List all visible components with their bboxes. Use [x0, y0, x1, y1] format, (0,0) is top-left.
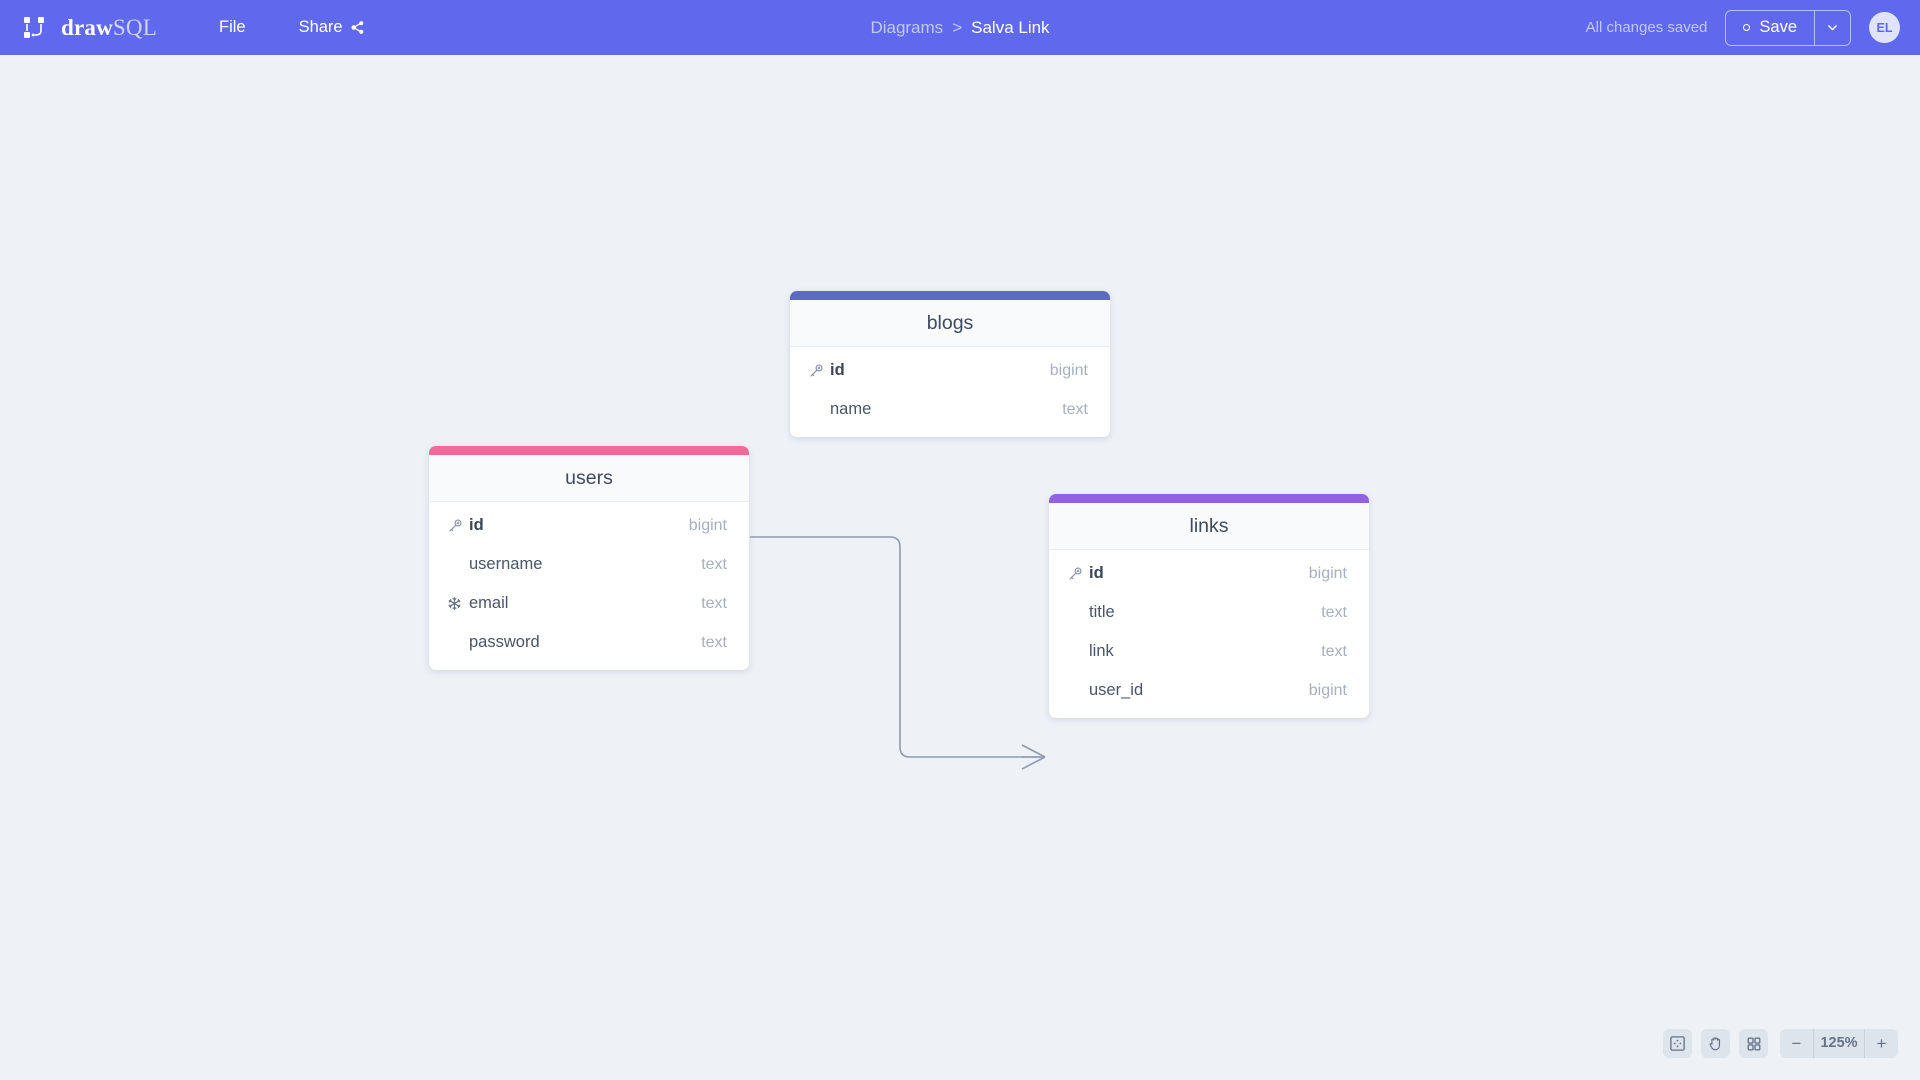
table-accent-bar [429, 446, 749, 455]
save-button-label: Save [1759, 18, 1797, 37]
column-type: text [701, 595, 727, 613]
top-bar-right-group: All changes saved Save EL [1586, 10, 1900, 46]
breadcrumb-diagrams-link[interactable]: Diagrams [870, 18, 943, 38]
table-row[interactable]: name text [790, 390, 1110, 429]
column-name: password [469, 633, 540, 652]
save-status-text: All changes saved [1586, 19, 1708, 36]
table-row[interactable]: title text [1049, 593, 1369, 632]
zoom-out-button[interactable]: − [1780, 1029, 1813, 1058]
table-row[interactable]: link text [1049, 632, 1369, 671]
save-button-group: Save [1725, 10, 1851, 46]
snowflake-icon [447, 596, 467, 611]
table-row[interactable]: id bigint [790, 351, 1110, 390]
zoom-level-label[interactable]: 125% [1813, 1029, 1865, 1058]
key-icon [808, 363, 828, 379]
chevron-down-icon [1826, 21, 1839, 34]
brand-text: drawSQL [61, 15, 157, 41]
save-indicator-icon [1743, 24, 1750, 31]
table-card-links[interactable]: links id bigint title text link text user_id big… [1049, 494, 1369, 718]
snowflake-icon [447, 596, 462, 611]
grid-icon [1746, 1036, 1762, 1052]
column-name: user_id [1089, 681, 1143, 700]
avatar[interactable]: EL [1869, 12, 1900, 43]
breadcrumb-current-diagram[interactable]: Salva Link [971, 18, 1049, 38]
key-icon [1067, 566, 1083, 582]
key-icon [1067, 566, 1087, 582]
zoom-in-button[interactable]: + [1865, 1029, 1898, 1058]
brand-draw: draw [61, 15, 113, 40]
column-type: text [701, 556, 727, 574]
table-column-list: id bigint name text [790, 347, 1110, 437]
column-name: link [1089, 642, 1114, 661]
hand-icon [1707, 1035, 1724, 1052]
relationship-edges [0, 55, 1920, 1080]
zoom-out-label: − [1792, 1035, 1802, 1052]
table-card-users[interactable]: usersidbigintusernametextemailtextpasswo… [429, 446, 749, 670]
zoom-in-label: + [1877, 1035, 1887, 1052]
table-title[interactable]: blogs [790, 300, 1110, 347]
table-title[interactable]: users [429, 455, 749, 502]
select-tool-button[interactable] [1663, 1029, 1692, 1058]
breadcrumb-separator: > [952, 18, 962, 38]
column-type: text [1062, 401, 1088, 419]
table-row[interactable]: id bigint [429, 506, 749, 545]
table-accent-bar [790, 291, 1110, 300]
table-row[interactable]: password text [429, 623, 749, 662]
menu-file[interactable]: File [219, 18, 246, 37]
column-name: id [1089, 564, 1104, 583]
brand-logo[interactable]: drawSQL [22, 15, 157, 41]
save-dropdown-button[interactable] [1814, 11, 1850, 45]
top-bar: drawSQL File Share Diagrams > Salva Link… [0, 0, 1920, 55]
column-type: bigint [1309, 565, 1347, 583]
table-column-list: id bigint username text email text password tex… [429, 502, 749, 670]
column-type: text [1321, 604, 1347, 622]
menu-share-label: Share [299, 18, 343, 37]
zoom-control-group: − 125% + [1780, 1029, 1898, 1058]
pan-tool-button[interactable] [1701, 1029, 1730, 1058]
column-name: title [1089, 603, 1115, 622]
bottom-toolbar: − 125% + [1663, 1029, 1898, 1058]
table-card-blogs[interactable]: blogs id bigint name text [790, 291, 1110, 437]
table-row[interactable]: username text [429, 545, 749, 584]
column-name: username [469, 555, 542, 574]
column-type: bigint [1309, 682, 1347, 700]
diagram-canvas[interactable]: blogs id bigint name text users id bigint userna… [0, 55, 1920, 1080]
column-type: text [701, 634, 727, 652]
table-row[interactable]: email text [429, 584, 749, 623]
column-name: email [469, 594, 508, 613]
table-row[interactable]: id bigint [1049, 554, 1369, 593]
column-type: bigint [1050, 362, 1088, 380]
brand-sql: SQL [113, 15, 157, 40]
menu-file-label: File [219, 18, 246, 37]
table-row[interactable]: user_id bigint [1049, 671, 1369, 710]
column-name: id [830, 361, 845, 380]
table-accent-bar [1049, 494, 1369, 503]
grid-view-button[interactable] [1739, 1029, 1768, 1058]
save-button[interactable]: Save [1726, 11, 1814, 45]
key-icon [808, 363, 824, 379]
column-type: bigint [689, 517, 727, 535]
column-name: name [830, 400, 871, 419]
dotted-square-icon [1669, 1035, 1686, 1052]
drawsql-logo-icon [22, 15, 48, 41]
column-type: text [1321, 643, 1347, 661]
table-title[interactable]: links [1049, 503, 1369, 550]
relation-users-links[interactable] [750, 537, 1045, 769]
menu-share[interactable]: Share [299, 18, 365, 37]
table-column-list: id bigint title text link text user_id bigint [1049, 550, 1369, 718]
column-name: id [469, 516, 484, 535]
key-icon [447, 518, 463, 534]
share-icon [350, 20, 365, 35]
key-icon [447, 518, 467, 534]
